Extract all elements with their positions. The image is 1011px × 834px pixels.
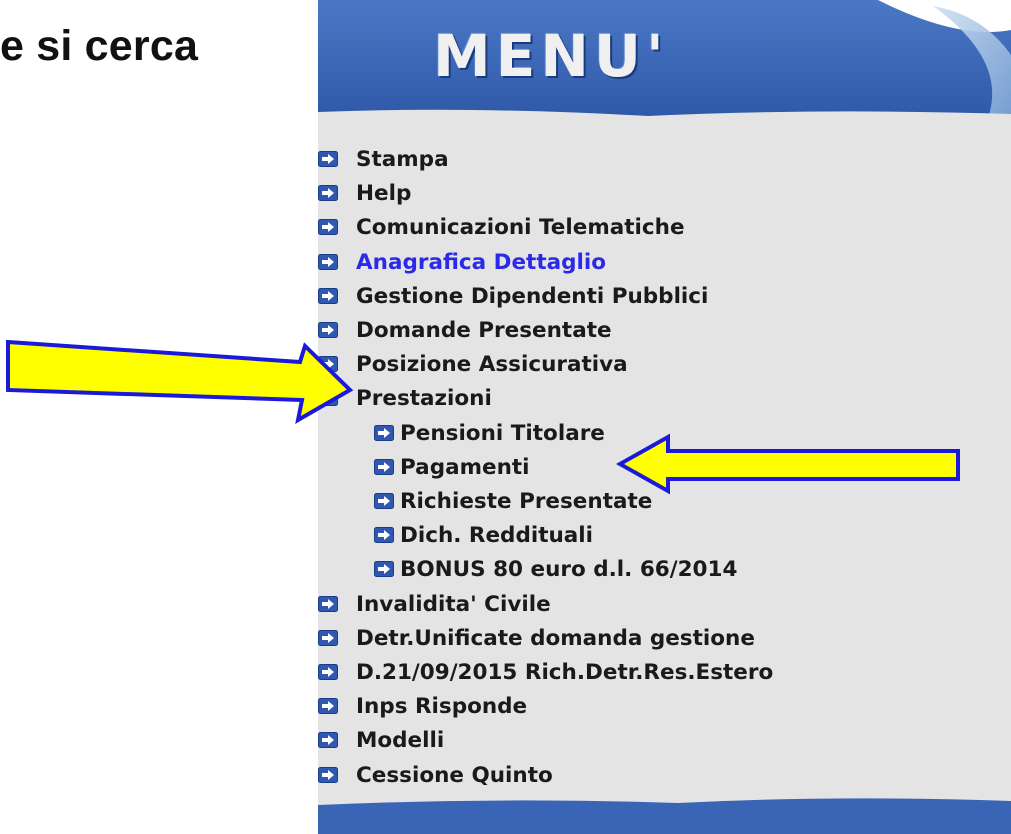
arrow-right-icon	[318, 698, 338, 714]
menu-item-modelli[interactable]: Modelli	[318, 725, 444, 755]
menu-item-help[interactable]: Help	[318, 178, 411, 208]
menu-item-inps-risponde[interactable]: Inps Risponde	[318, 691, 527, 721]
menu-item-detr-unificate-domanda-gestione[interactable]: Detr.Unificate domanda gestione	[318, 623, 755, 653]
arrow-right-icon	[374, 459, 394, 475]
menu-item-dich-reddituali[interactable]: Dich. Reddituali	[374, 520, 593, 550]
menu-item-pensioni-titolare[interactable]: Pensioni Titolare	[374, 418, 605, 448]
yellow-arrow-icon	[6, 339, 354, 424]
menu-item-anagrafica-dettaglio[interactable]: Anagrafica Dettaglio	[318, 247, 606, 277]
menu-item-label: Gestione Dipendenti Pubblici	[356, 283, 709, 309]
menu-item-label: Richieste Presentate	[400, 488, 653, 514]
menu-item-domande-presentate[interactable]: Domande Presentate	[318, 315, 612, 345]
arrow-right-icon	[318, 732, 338, 748]
menu-item-gestione-dipendenti-pubblici[interactable]: Gestione Dipendenti Pubblici	[318, 281, 708, 311]
arrow-right-icon	[318, 767, 338, 783]
menu-item-label: Detr.Unificate domanda gestione	[356, 625, 755, 651]
arrow-right-icon	[318, 630, 338, 646]
menu-title: MENU'	[433, 22, 669, 90]
menu-item-label: Domande Presentate	[356, 317, 612, 343]
arrow-right-icon	[318, 185, 338, 201]
arrow-right-icon	[374, 561, 394, 577]
menu-item-cessione-quinto[interactable]: Cessione Quinto	[318, 760, 553, 790]
menu-item-label: Stampa	[356, 146, 449, 172]
arrow-right-icon	[318, 288, 338, 304]
menu-item-prestazioni[interactable]: Prestazioni	[318, 383, 492, 413]
menu-item-label: D.21/09/2015 Rich.Detr.Res.Estero	[356, 659, 774, 685]
menu-item-richieste-presentate[interactable]: Richieste Presentate	[374, 486, 652, 516]
menu-item-d-21-09-2015-rich-detr-res-estero[interactable]: D.21/09/2015 Rich.Detr.Res.Estero	[318, 657, 773, 687]
arrow-right-icon	[318, 322, 338, 338]
menu-item-label: Comunicazioni Telematiche	[356, 214, 685, 240]
menu-item-stampa[interactable]: Stampa	[318, 144, 449, 174]
menu-item-label: Invalidita' Civile	[356, 591, 551, 617]
menu-item-label: Inps Risponde	[356, 693, 528, 719]
menu-item-label: Cessione Quinto	[356, 762, 553, 788]
arrow-right-icon	[318, 356, 338, 372]
menu-item-label: Dich. Reddituali	[400, 522, 594, 548]
menu-item-label: Anagrafica Dettaglio	[356, 249, 607, 275]
arrow-right-icon	[318, 151, 338, 167]
arrow-right-icon	[374, 425, 394, 441]
arrow-right-icon	[318, 219, 338, 235]
menu-item-label: Posizione Assicurativa	[356, 351, 628, 377]
menu-item-pagamenti[interactable]: Pagamenti	[374, 452, 530, 482]
menu-item-label: BONUS 80 euro d.l. 66/2014	[400, 556, 738, 582]
menu-item-posizione-assicurativa[interactable]: Posizione Assicurativa	[318, 349, 628, 379]
arrow-right-icon	[374, 493, 394, 509]
menu-item-label: Modelli	[356, 727, 445, 753]
menu-item-label: Help	[356, 180, 412, 206]
menu-item-label: Prestazioni	[356, 385, 492, 411]
menu-item-comunicazioni-telematiche[interactable]: Comunicazioni Telematiche	[318, 212, 685, 242]
page-heading: e si cerca	[0, 22, 199, 70]
menu-item-bonus-80-euro-d-l-66-2014[interactable]: BONUS 80 euro d.l. 66/2014	[374, 554, 737, 584]
menu-item-label: Pensioni Titolare	[400, 420, 605, 446]
menu-panel: MENU' Stampa Help Comunicazioni Telematich…	[318, 0, 1011, 834]
menu-item-label: Pagamenti	[400, 454, 530, 480]
arrow-right-icon	[318, 390, 338, 406]
arrow-right-icon	[318, 596, 338, 612]
arrow-right-icon	[318, 664, 338, 680]
arrow-right-icon	[374, 527, 394, 543]
menu-item-invalidita-civile[interactable]: Invalidita' Civile	[318, 589, 551, 619]
arrow-right-icon	[318, 254, 338, 270]
menu-footer-banner	[318, 798, 1011, 834]
